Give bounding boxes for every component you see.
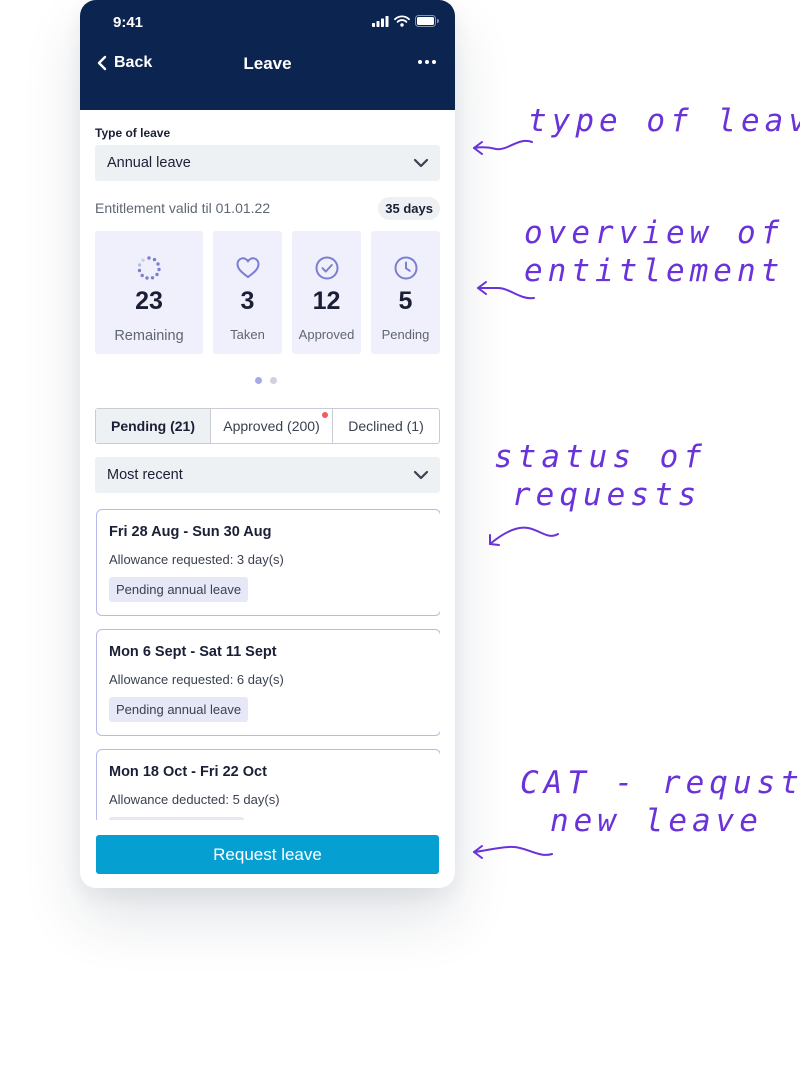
annotation-arrow-icon bbox=[489, 526, 559, 546]
annotation-line: requests bbox=[512, 477, 702, 513]
sort-select[interactable]: Most recent bbox=[95, 457, 440, 493]
stat-pending-label: Pending bbox=[381, 327, 430, 342]
check-circle-icon bbox=[315, 256, 338, 280]
pager-dot-2[interactable] bbox=[270, 377, 277, 384]
request-dates: Mon 18 Oct - Fri 22 Oct bbox=[109, 764, 267, 780]
stat-remaining: 23 Remaining bbox=[95, 231, 203, 354]
annotation-arrow-icon bbox=[477, 281, 535, 300]
sort-value: Most recent bbox=[107, 467, 183, 483]
request-list[interactable]: Fri 28 Aug - Sun 30 Aug Allowance reques… bbox=[95, 509, 440, 820]
stat-remaining-label: Remaining bbox=[114, 328, 184, 344]
status-tabs: Pending (21) Approved (200) Declined (1) bbox=[95, 408, 440, 444]
request-status-tag: Pending annual leave bbox=[109, 577, 249, 602]
chevron-left-icon bbox=[97, 55, 107, 71]
annotation-line: status of bbox=[494, 439, 707, 475]
stat-remaining-value: 23 bbox=[135, 287, 163, 315]
annotation-cta: CAT - requst new leave bbox=[520, 764, 800, 840]
progress-icon bbox=[137, 256, 161, 280]
request-status-tag bbox=[109, 817, 244, 820]
stat-approved-label: Approved bbox=[298, 327, 355, 342]
wifi-icon bbox=[394, 15, 410, 27]
stat-taken-value: 3 bbox=[240, 287, 255, 315]
stat-approved: 12 Approved bbox=[292, 231, 361, 354]
request-allowance: Allowance deducted: 5 day(s) bbox=[109, 792, 280, 807]
battery-icon bbox=[415, 15, 439, 27]
leave-type-label: Type of leave bbox=[95, 126, 171, 140]
app-header: 9:41 Back Leave bbox=[80, 0, 455, 110]
stat-pending: 5 Pending bbox=[371, 231, 440, 354]
annotation-line: new leave bbox=[550, 803, 763, 839]
request-dates: Mon 6 Sept - Sat 11 Sept bbox=[109, 644, 277, 660]
request-leave-button[interactable]: Request leave bbox=[96, 835, 439, 874]
back-button[interactable]: Back bbox=[96, 54, 152, 72]
request-dates: Fri 28 Aug - Sun 30 Aug bbox=[109, 524, 272, 540]
annotation-type-of-leave: type of leave bbox=[528, 102, 800, 140]
page-title: Leave bbox=[243, 54, 292, 73]
request-status-tag: Pending annual leave bbox=[109, 697, 249, 722]
request-allowance: Allowance requested: 6 day(s) bbox=[109, 672, 284, 687]
request-allowance: Allowance requested: 3 day(s) bbox=[109, 552, 284, 567]
notification-dot bbox=[322, 412, 328, 418]
leave-type-select[interactable]: Annual leave bbox=[95, 145, 440, 181]
stat-taken: 3 Taken bbox=[213, 231, 282, 354]
annotation-arrow-icon bbox=[473, 139, 533, 155]
tab-declined-label: Declined (1) bbox=[348, 418, 424, 434]
more-horizontal-icon bbox=[418, 60, 436, 64]
tab-pending-label: Pending (21) bbox=[110, 418, 195, 434]
request-card[interactable]: Fri 28 Aug - Sun 30 Aug Allowance reques… bbox=[96, 509, 440, 616]
annotation-status: status of requests bbox=[494, 438, 707, 514]
more-options-button[interactable] bbox=[415, 52, 439, 72]
leave-type-value: Annual leave bbox=[107, 155, 191, 171]
stat-approved-value: 12 bbox=[312, 287, 341, 315]
heart-icon bbox=[236, 257, 259, 278]
tab-approved[interactable]: Approved (200) bbox=[210, 409, 332, 443]
status-icons bbox=[372, 15, 439, 27]
stats-pager bbox=[255, 377, 277, 384]
annotation-line: type of leave bbox=[528, 103, 800, 139]
signal-icon bbox=[372, 15, 389, 27]
request-leave-label: Request leave bbox=[213, 844, 322, 864]
annotation-overview: overview of entitlement bbox=[524, 214, 784, 290]
phone-screen: 9:41 Back Leave Type of leave Annual lea… bbox=[80, 0, 455, 888]
tab-approved-label: Approved (200) bbox=[223, 418, 320, 434]
annotation-arrow-icon bbox=[473, 845, 553, 859]
clock-icon bbox=[394, 256, 417, 280]
entitlement-validity: Entitlement valid til 01.01.22 bbox=[95, 200, 271, 216]
annotation-line: CAT - requst bbox=[520, 765, 800, 801]
tab-pending[interactable]: Pending (21) bbox=[96, 409, 210, 443]
stat-taken-label: Taken bbox=[230, 327, 265, 342]
annotation-line: entitlement bbox=[524, 253, 785, 289]
tab-declined[interactable]: Declined (1) bbox=[332, 409, 439, 443]
status-time: 9:41 bbox=[113, 14, 144, 31]
pager-dot-1[interactable] bbox=[255, 377, 262, 384]
chevron-down-icon bbox=[413, 470, 429, 480]
chevron-down-icon bbox=[413, 158, 429, 168]
request-card[interactable]: Mon 18 Oct - Fri 22 Oct Allowance deduct… bbox=[96, 749, 440, 820]
stat-pending-value: 5 bbox=[398, 287, 413, 315]
back-label: Back bbox=[114, 54, 153, 71]
entitlement-total-badge: 35 days bbox=[378, 197, 440, 220]
request-card[interactable]: Mon 6 Sept - Sat 11 Sept Allowance reque… bbox=[96, 629, 440, 736]
annotation-line: overview of bbox=[524, 215, 785, 251]
